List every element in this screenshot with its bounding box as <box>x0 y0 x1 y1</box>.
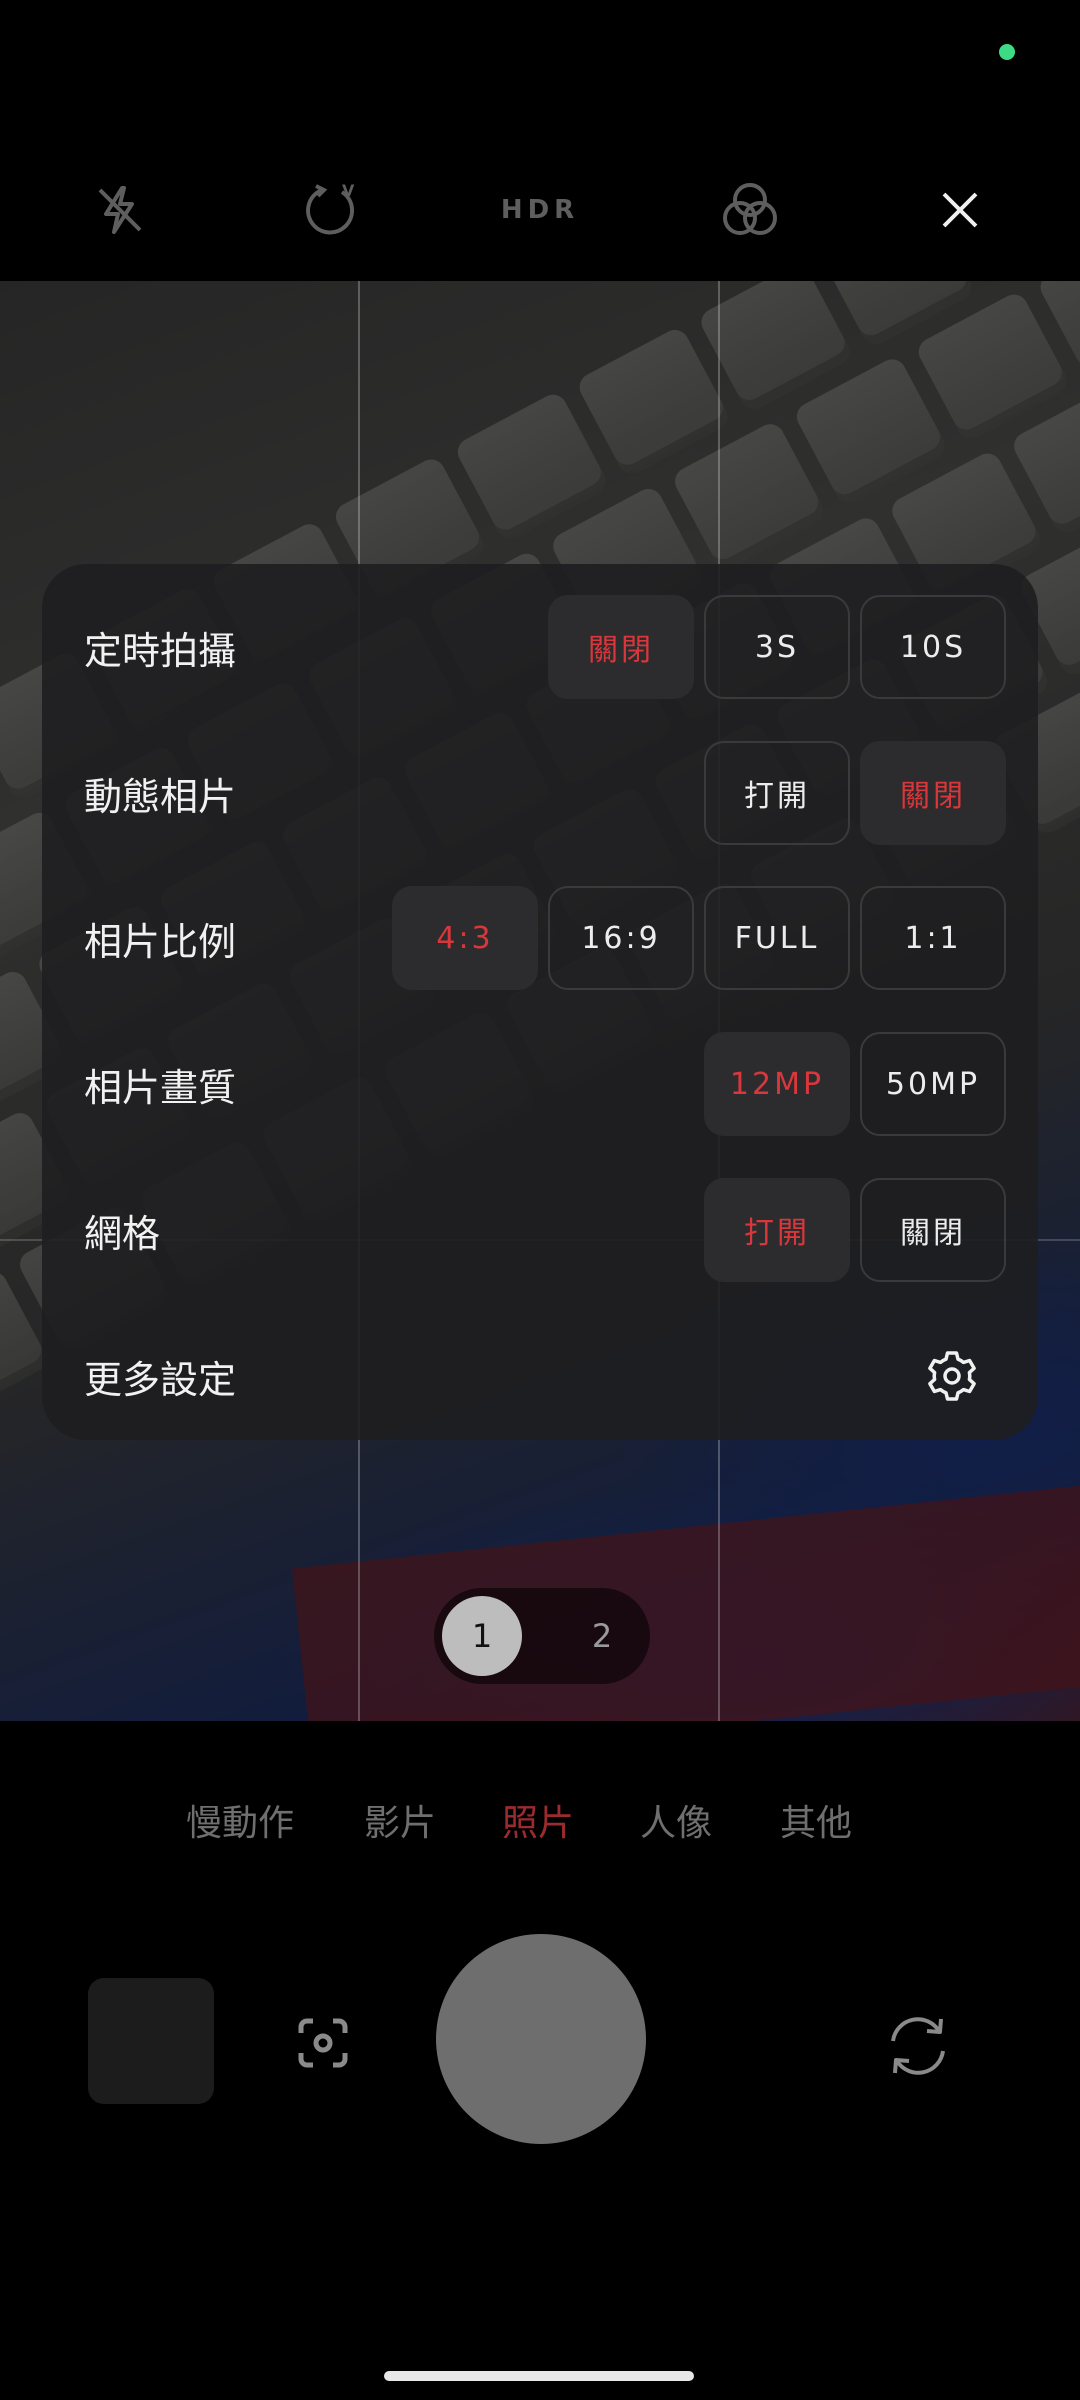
close-icon[interactable] <box>920 150 1000 270</box>
hdr-label: HDR <box>500 195 580 225</box>
setting-label: 定時拍攝 <box>84 628 237 673</box>
shutter-button[interactable] <box>436 1934 646 2144</box>
mode-photo[interactable]: 照片 <box>502 1780 574 1860</box>
top-toolbar: V HDR <box>0 150 1080 270</box>
quality-12mp-option[interactable]: 12MP <box>704 1032 850 1136</box>
setting-label: 更多設定 <box>84 1357 237 1402</box>
setting-row-motion-photo: 動態相片 打開 關閉 <box>42 741 1038 845</box>
status-indicator-dot <box>999 44 1015 60</box>
mode-slow-motion[interactable]: 慢動作 <box>186 1780 294 1860</box>
mode-more[interactable]: 其他 <box>780 1780 852 1860</box>
switch-camera-icon[interactable] <box>878 2006 958 2086</box>
grid-on-option[interactable]: 打開 <box>704 1178 850 1282</box>
setting-label: 相片比例 <box>84 919 237 964</box>
timer-10s-option[interactable]: 10S <box>860 595 1006 699</box>
mode-video[interactable]: 影片 <box>364 1780 436 1860</box>
home-indicator[interactable] <box>384 2371 694 2381</box>
zoom-2x-button[interactable]: 2 <box>562 1596 642 1676</box>
setting-row-quality: 相片畫質 12MP 50MP <box>42 1032 1038 1136</box>
quick-settings-panel: 定時拍攝 關閉 3S 10S 動態相片 打開 關閉 相片比例 4:3 16:9 … <box>42 564 1038 1440</box>
setting-label: 相片畫質 <box>84 1065 237 1110</box>
filter-icon[interactable] <box>710 150 790 270</box>
motion-v-label: V <box>342 181 355 200</box>
quality-50mp-option[interactable]: 50MP <box>860 1032 1006 1136</box>
timer-off-option[interactable]: 關閉 <box>548 595 694 699</box>
ratio-4-3-option[interactable]: 4:3 <box>392 886 538 990</box>
setting-row-aspect-ratio: 相片比例 4:3 16:9 FULL 1:1 <box>42 886 1038 990</box>
hdr-toggle[interactable]: HDR <box>490 150 590 270</box>
flash-off-icon[interactable] <box>80 150 160 270</box>
motion-photo-off-option[interactable]: 關閉 <box>860 741 1006 845</box>
zoom-selector: 1 2 <box>434 1588 650 1684</box>
camera-mode-bar: 慢動作 影片 照片 人像 其他 <box>0 1780 1080 1860</box>
ratio-1-1-option[interactable]: 1:1 <box>860 886 1006 990</box>
ratio-full-option[interactable]: FULL <box>704 886 850 990</box>
setting-label: 網格 <box>84 1211 161 1256</box>
setting-row-timer: 定時拍攝 關閉 3S 10S <box>42 595 1038 699</box>
mode-portrait[interactable]: 人像 <box>640 1780 712 1860</box>
setting-row-grid: 網格 打開 關閉 <box>42 1178 1038 1282</box>
gallery-thumbnail[interactable] <box>88 1978 214 2104</box>
grid-off-option[interactable]: 關閉 <box>860 1178 1006 1282</box>
capture-controls <box>0 1930 1080 2150</box>
motion-photo-on-option[interactable]: 打開 <box>704 741 850 845</box>
zoom-1x-button[interactable]: 1 <box>442 1596 522 1676</box>
setting-label: 動態相片 <box>84 774 237 819</box>
timer-3s-option[interactable]: 3S <box>704 595 850 699</box>
ratio-16-9-option[interactable]: 16:9 <box>548 886 694 990</box>
scan-focus-icon[interactable] <box>288 2008 358 2078</box>
motion-photo-icon[interactable]: V <box>290 150 370 270</box>
setting-row-more-settings[interactable]: 更多設定 <box>42 1324 1038 1428</box>
gear-icon[interactable] <box>918 1342 986 1410</box>
